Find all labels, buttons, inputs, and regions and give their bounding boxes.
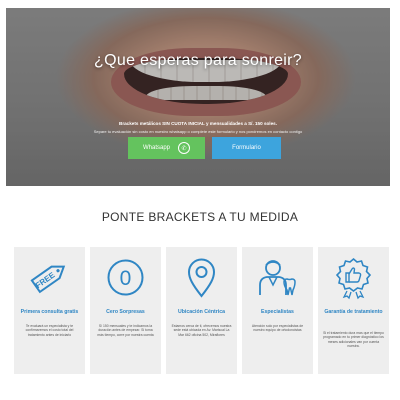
feature-card-no-surprises: 0 Cero Sorpresas S/ 150 mensuales y te i… xyxy=(90,247,161,374)
hero-overlay xyxy=(6,8,390,186)
feature-card-title: Primera consulta gratis xyxy=(20,309,79,315)
feature-card-desc: S/ 150 mensuales y te indicamos la durac… xyxy=(97,324,154,337)
hero-banner: ¿Que esperas para sonreir? Brackets metá… xyxy=(6,8,390,186)
zero-circle-icon: 0 xyxy=(107,259,144,296)
feature-card-title: Ubicación Céntrica xyxy=(178,309,225,315)
hero-title: ¿Que esperas para sonreir? xyxy=(94,52,302,69)
feature-card-guarantee: Garantía de tratamiento Si el tratamient… xyxy=(318,247,389,374)
feature-card-specialists: Especialistas Atención solo por especial… xyxy=(242,247,313,374)
whatsapp-icon: ✆ xyxy=(178,142,190,154)
hero-subtitle: Brackets metálicos SIN CUOTA INICIAL y m… xyxy=(119,121,277,126)
feature-card-location: Ubicación Céntrica Estamos cerca de ti, … xyxy=(166,247,237,374)
hero-note: Separe tu evaluación sin costo en nuestr… xyxy=(93,129,303,134)
free-tag-icon: FREE xyxy=(30,265,66,294)
svg-text:0: 0 xyxy=(120,267,132,290)
feature-card-title: Garantía de tratamiento xyxy=(324,309,383,315)
location-pin-icon xyxy=(187,258,216,298)
form-button-label: Formulario xyxy=(232,145,261,151)
feature-cards: FREE Primera consulta gratis Te evaluará… xyxy=(14,247,389,374)
feature-card-desc: Si el tratamiento dura mas que el tiempo… xyxy=(323,331,384,349)
feature-card-desc: Te evaluará un especialista y te confirm… xyxy=(25,324,74,337)
whatsapp-button-label: Whatsapp xyxy=(142,145,170,151)
feature-card-title: Especialistas xyxy=(261,309,294,315)
feature-card-title: Cero Sorpresas xyxy=(106,309,145,315)
whatsapp-button[interactable]: Whatsapp ✆ xyxy=(128,137,205,159)
feature-card-desc: Estamos cerca de ti, ofrecemos nuestra s… xyxy=(171,324,232,337)
specialists-icon xyxy=(259,260,296,296)
feature-card-free-consultation: FREE Primera consulta gratis Te evaluará… xyxy=(14,247,85,374)
feature-card-desc: Atención solo por especialistas de nuest… xyxy=(251,324,304,333)
section-title: PONTE BRACKETS A TU MEDIDA xyxy=(101,210,299,224)
thumbs-up-seal-icon xyxy=(335,257,372,300)
form-button[interactable]: Formulario xyxy=(212,137,281,159)
